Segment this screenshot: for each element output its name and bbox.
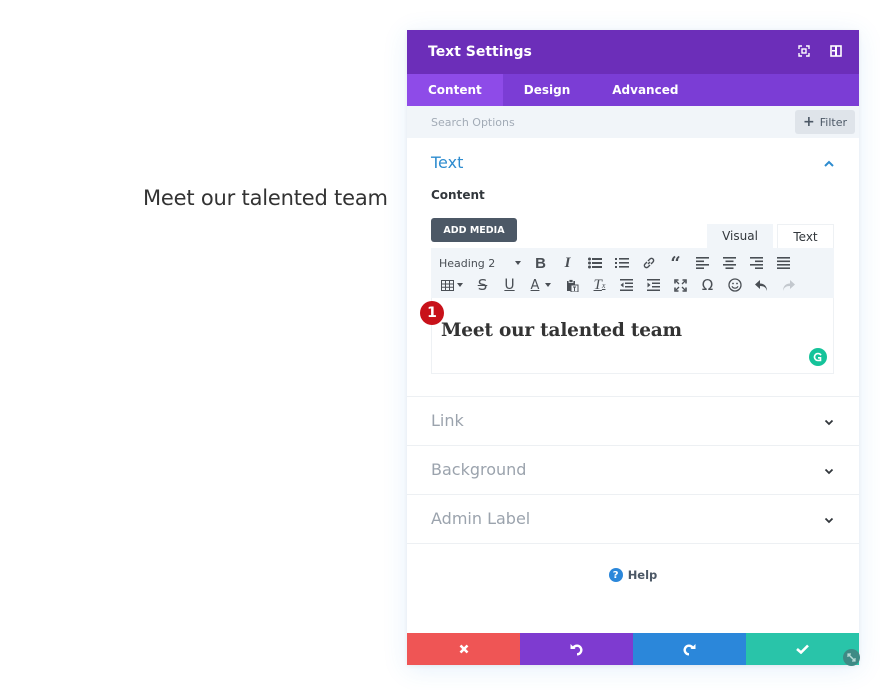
chevron-down-icon[interactable]	[823, 416, 835, 428]
undo-editor-icon[interactable]	[748, 274, 775, 296]
fullscreen-icon[interactable]	[667, 274, 694, 296]
section-background[interactable]: Background	[407, 446, 859, 495]
focus-icon[interactable]	[797, 44, 811, 58]
split-view-icon[interactable]	[829, 44, 843, 58]
paste-text-icon[interactable]	[559, 274, 586, 296]
italic-icon[interactable]: I	[554, 252, 581, 274]
numbered-list-icon[interactable]	[608, 252, 635, 274]
align-center-icon[interactable]	[716, 252, 743, 274]
table-icon[interactable]	[435, 274, 469, 296]
format-select-value: Heading 2	[439, 256, 496, 270]
grammarly-icon[interactable]	[809, 348, 827, 366]
strikethrough-icon[interactable]: S	[469, 274, 496, 296]
outdent-icon[interactable]	[613, 274, 640, 296]
text-color-icon[interactable]: A	[523, 274, 559, 296]
tab-advanced[interactable]: Advanced	[591, 74, 699, 106]
add-media-button[interactable]: ADD MEDIA	[431, 218, 517, 242]
caret-down-icon	[545, 283, 552, 287]
section-link[interactable]: Link	[407, 397, 859, 446]
chevron-down-icon[interactable]	[823, 465, 835, 477]
filter-label: Filter	[819, 115, 847, 129]
indent-icon[interactable]	[640, 274, 667, 296]
link-icon[interactable]	[635, 252, 662, 274]
section-text: Text Content ADD MEDIA Visual Text Headi…	[407, 138, 859, 397]
align-right-icon[interactable]	[743, 252, 770, 274]
emoji-icon[interactable]	[721, 274, 748, 296]
close-icon	[459, 644, 468, 654]
help-label: Help	[627, 568, 658, 582]
help-link[interactable]: ? Help	[407, 568, 859, 582]
undo-button[interactable]	[520, 633, 633, 665]
editor-toolbar: Heading 2 B I “ S U A T x Ω	[431, 248, 834, 298]
chevron-down-icon[interactable]	[823, 514, 835, 526]
blockquote-icon[interactable]: “	[662, 252, 689, 274]
special-character-icon[interactable]: Ω	[694, 274, 721, 296]
check-icon	[796, 644, 809, 654]
section-title-admin-label: Admin Label	[431, 509, 531, 528]
settings-tabs: Content Design Advanced	[407, 74, 859, 106]
plus-icon: +	[803, 114, 815, 130]
filter-button[interactable]: + Filter	[795, 110, 855, 134]
section-admin-label[interactable]: Admin Label	[407, 495, 859, 544]
bold-icon[interactable]: B	[527, 252, 554, 274]
align-justify-icon[interactable]	[770, 252, 797, 274]
page-heading: Meet our talented team	[143, 186, 388, 210]
content-label: Content	[431, 188, 485, 202]
format-select[interactable]: Heading 2	[435, 252, 527, 274]
section-title-background: Background	[431, 460, 527, 479]
chevron-up-icon[interactable]	[823, 158, 835, 170]
editor-tab-text[interactable]: Text	[777, 224, 834, 248]
search-options-input[interactable]	[431, 115, 731, 129]
tab-content[interactable]: Content	[407, 74, 503, 106]
redo-icon	[683, 643, 696, 655]
resize-icon	[847, 653, 856, 662]
undo-icon	[570, 643, 583, 655]
clear-formatting-icon[interactable]: Tx	[586, 274, 613, 296]
cancel-button[interactable]	[407, 633, 520, 665]
redo-editor-icon[interactable]	[775, 274, 802, 296]
caret-down-icon	[515, 261, 521, 265]
redo-button[interactable]	[633, 633, 746, 665]
text-settings-modal: Text Settings Content Design Advanced + …	[407, 30, 859, 665]
caret-down-icon	[457, 283, 463, 287]
resize-handle[interactable]	[843, 649, 860, 666]
modal-title: Text Settings	[428, 44, 532, 60]
editor-content-area[interactable]: 1 Meet our talented team	[420, 298, 834, 374]
editor-heading-text[interactable]: Meet our talented team	[441, 320, 682, 341]
help-icon: ?	[608, 568, 623, 582]
save-button[interactable]	[746, 633, 859, 665]
underline-icon[interactable]: U	[496, 274, 523, 296]
editor-tab-visual[interactable]: Visual	[707, 224, 773, 248]
text-color-a: A	[530, 277, 540, 293]
tab-design[interactable]: Design	[503, 74, 592, 106]
modal-header: Text Settings	[407, 30, 859, 74]
bullet-list-icon[interactable]	[581, 252, 608, 274]
align-left-icon[interactable]	[689, 252, 716, 274]
section-title-text[interactable]: Text	[431, 153, 463, 172]
modal-footer	[407, 633, 859, 665]
section-title-link: Link	[431, 411, 464, 430]
search-bar: + Filter	[407, 106, 859, 138]
